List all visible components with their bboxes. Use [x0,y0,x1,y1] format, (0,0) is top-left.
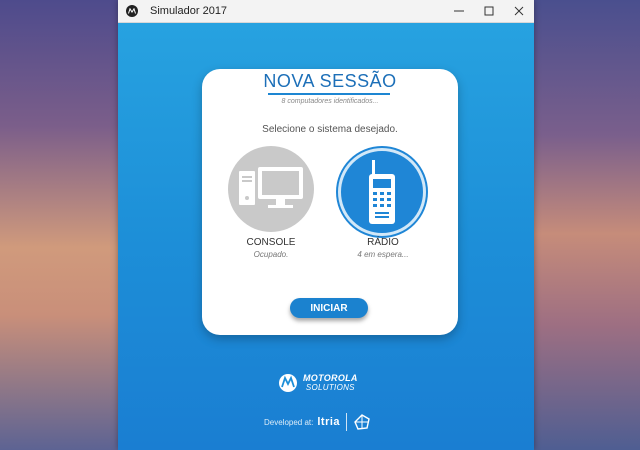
session-card: NOVA SESSÃO 8 computadores identificados… [202,69,458,335]
minimize-button[interactable] [444,0,474,22]
console-status: Ocupado. [253,250,289,259]
window-title: Simulador 2017 [150,5,228,17]
desktop-wallpaper-left [0,0,118,450]
page-title: NOVA SESSÃO [263,71,397,91]
app-client-area: NOVA SESSÃO 8 computadores identificados… [118,23,534,450]
logo-separator [346,413,348,431]
console-label: CONSOLE [246,237,296,248]
title-bar[interactable]: Simulador 2017 [118,0,534,23]
motorola-brand: MOTOROLA SOLUTIONS [278,373,358,393]
brand-sub: SOLUTIONS [305,383,355,392]
ltria-logo: ltria [317,416,341,428]
console-option[interactable] [228,146,314,232]
detected-computers-text: 8 computadores identificados... [281,98,379,105]
computer-icon [239,167,303,208]
title-divider [268,93,390,95]
close-button[interactable] [504,0,534,22]
selection-prompt: Selecione o sistema desejado. [262,124,398,135]
maximize-button[interactable] [474,0,504,22]
radio-status: 4 em espera... [357,250,409,259]
minimize-icon [454,10,464,12]
maximize-icon [484,6,494,16]
radio-icon [369,160,395,224]
brand-name: MOTOROLA [303,373,358,383]
partner-logo-icon [354,414,370,430]
motorola-app-icon [126,5,138,17]
radio-option[interactable] [338,148,426,236]
desktop-wallpaper-right [534,0,640,450]
motorola-logo-icon [279,374,297,392]
radio-label: RÁDIO [367,237,399,248]
app-window: Simulador 2017 NOVA SESSÃO 8 computadore… [118,0,534,450]
developer-credit: Developed at: ltria [264,413,371,431]
developer-label: Developed at: [264,417,314,427]
start-button[interactable]: INICIAR [290,298,368,318]
close-icon [514,6,524,16]
